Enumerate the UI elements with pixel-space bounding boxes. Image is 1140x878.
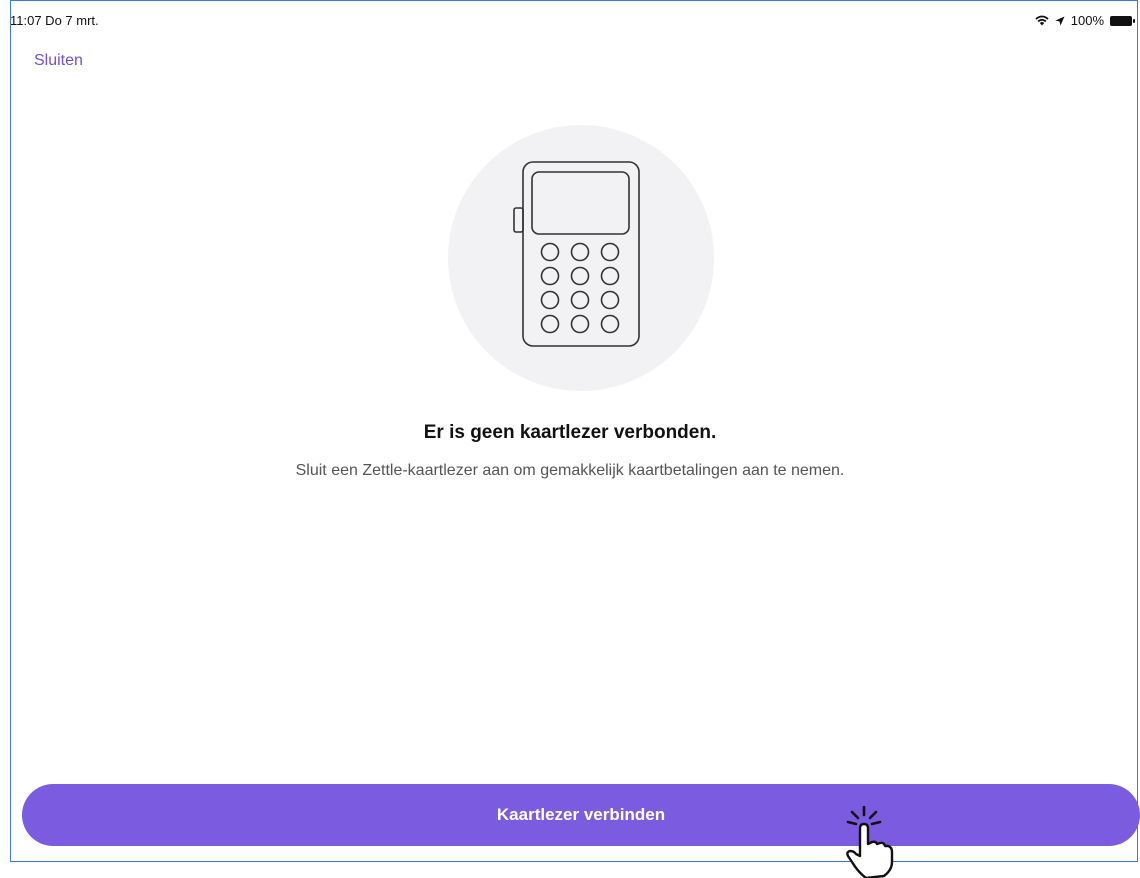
connect-card-reader-button[interactable]: Kaartlezer verbinden bbox=[22, 784, 1140, 846]
close-button[interactable]: Sluiten bbox=[34, 52, 83, 70]
wifi-icon bbox=[1035, 15, 1049, 26]
empty-state-title: Er is geen kaartlezer verbonden. bbox=[423, 422, 717, 443]
battery-icon bbox=[1110, 15, 1135, 26]
card-reader-icon bbox=[513, 161, 640, 347]
hand-pointer-icon bbox=[846, 806, 894, 878]
status-time: 11:07 Do 7 mrt. bbox=[10, 13, 99, 28]
status-bar: 11:07 Do 7 mrt. 100% bbox=[10, 11, 1138, 31]
status-indicators: 100% bbox=[1035, 13, 1135, 28]
battery-percentage: 100% bbox=[1070, 13, 1104, 28]
connect-button-label: Kaartlezer verbinden bbox=[496, 805, 666, 824]
empty-state-subtitle: Sluit een Zettle-kaartlezer aan om gemak… bbox=[295, 462, 845, 479]
location-arrow-icon bbox=[1055, 16, 1065, 25]
